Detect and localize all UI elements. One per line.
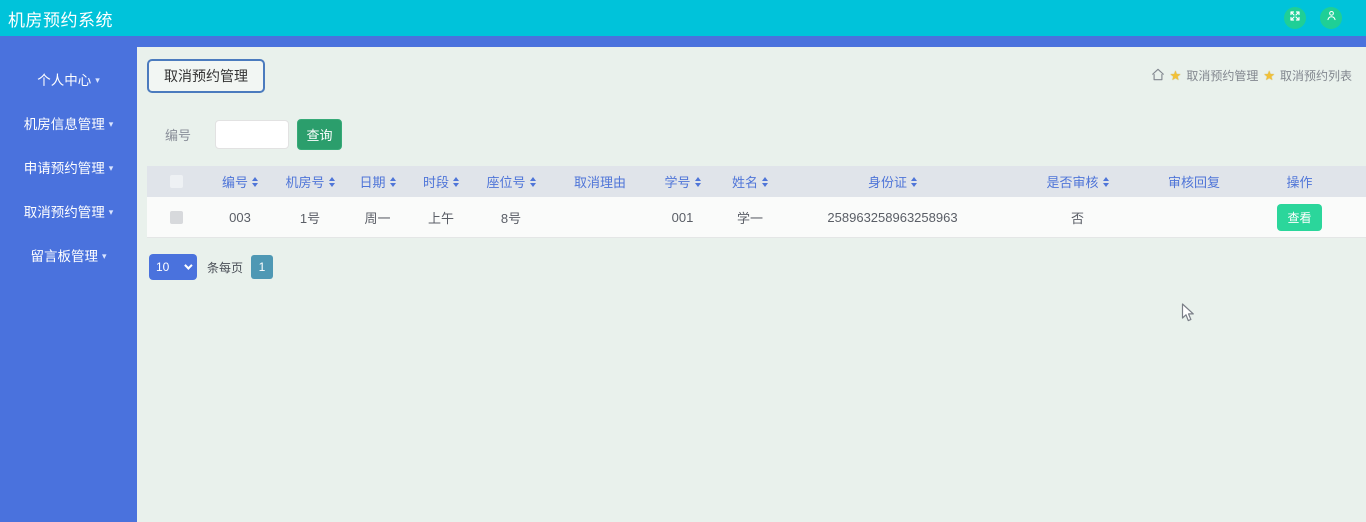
layout: 个人中心 ▾ 机房信息管理 ▾ 申请预约管理 ▾ 取消预约管理 ▾ 留言板管理 ▾ 取消预约管理 … [0,36,1366,522]
column-header-period[interactable]: 时段 [410,172,472,191]
column-header-cancel-reason: 取消理由 [550,172,650,191]
column-label: 时段 [422,175,449,190]
page-size-select[interactable]: 10 [149,254,197,280]
sidebar-item-room-info-management[interactable]: 机房信息管理 ▾ [0,102,137,146]
row-checkbox[interactable] [169,210,183,224]
cell-actions: 查看 [1233,203,1366,231]
mouse-cursor [1181,303,1195,328]
sidebar-nav: 个人中心 ▾ 机房信息管理 ▾ 申请预约管理 ▾ 取消预约管理 ▾ 留言板管理 ▾ [0,36,137,522]
cell-period: 上午 [427,210,454,226]
table-header-row: 编号 机房号 日期 时段 座位号 取消理由 学号 姓名 身份证 是否审核 审核回复 操作 [147,166,1366,197]
sort-icon [389,176,396,187]
column-label: 学号 [664,175,691,190]
column-header-name[interactable]: 姓名 [715,172,785,191]
sidebar-item-label: 留言板管理 [30,249,98,264]
column-header-reviewed[interactable]: 是否审核 [1000,172,1155,191]
sidebar-item-personal-center[interactable]: 个人中心 ▾ [0,58,137,102]
column-label: 审核回复 [1167,175,1220,190]
chevron-down-icon: ▾ [108,207,114,217]
column-label: 姓名 [731,175,758,190]
page-title-button[interactable]: 取消预约管理 [147,59,265,93]
search-label: 编号 [165,128,192,143]
page-size-label: 条每页 [207,260,244,275]
cell-seat-number: 8号 [500,210,522,226]
search-button[interactable]: 查询 [297,119,343,150]
cell-reviewed: 否 [1070,210,1084,226]
main-panel: 取消预约管理 ★ 取消预约管理 ★ 取消预约列表 编号 查询 编号 机房号 日期 时段… [137,47,1366,522]
cell-number: 003 [229,209,251,225]
table-body: 003 1号 周一 上午 8号 001 学一 258963258963258963 否 查看 [147,197,1366,238]
sort-icon [529,176,536,187]
cell-room-number: 1号 [299,210,321,226]
sort-icon [328,176,335,187]
sort-icon [762,176,768,187]
home-icon[interactable] [1151,68,1165,84]
star-icon: ★ [1169,67,1182,83]
sidebar-item-message-board-management[interactable]: 留言板管理 ▾ [0,234,137,278]
breadcrumb-link-cancel-list[interactable]: 取消预约列表 [1280,67,1352,84]
sidebar-item-label: 个人中心 [37,73,92,88]
page-size-value: 10 [156,260,170,274]
sidebar-item-label: 申请预约管理 [23,161,105,176]
column-header-review-reply: 审核回复 [1155,172,1233,191]
cell-date: 周一 [364,210,391,226]
column-header-number[interactable]: 编号 [205,172,275,191]
cell-student-id: 001 [671,209,694,225]
sidebar-item-apply-reservation-management[interactable]: 申请预约管理 ▾ [0,146,137,190]
column-header-id-card[interactable]: 身份证 [785,172,1000,191]
table-row: 003 1号 周一 上午 8号 001 学一 258963258963258963 否 查看 [147,197,1366,238]
column-header-seat-number[interactable]: 座位号 [472,172,550,191]
sort-icon [453,176,459,187]
column-label: 取消理由 [573,175,626,190]
page-buttons: 1 [251,255,274,279]
fullscreen-button[interactable] [1284,7,1306,29]
cell-id-card: 258963258963258963 [827,209,958,225]
page-button-1[interactable]: 1 [251,255,274,279]
star-icon: ★ [1263,67,1275,83]
column-label: 身份证 [867,175,907,190]
sidebar-item-label: 机房信息管理 [23,117,105,132]
column-header-student-id[interactable]: 学号 [650,172,715,191]
chevron-down-icon: ▾ [108,119,114,129]
column-label: 日期 [359,175,386,190]
topbar-actions [1284,7,1342,29]
chevron-down-icon: ▾ [95,75,100,85]
row-checkbox-cell [147,210,205,224]
cancel-reservation-table: 编号 机房号 日期 时段 座位号 取消理由 学号 姓名 身份证 是否审核 审核回复 操作 003 1号 周… [147,166,1366,238]
column-header-room-number[interactable]: 机房号 [275,172,345,191]
search-row: 编号 查询 [147,119,1366,150]
column-header-date[interactable]: 日期 [345,172,410,191]
column-label: 操作 [1286,175,1313,190]
breadcrumb-link-cancel-management[interactable]: 取消预约管理 [1186,67,1258,84]
search-number-input[interactable] [215,120,290,149]
sidebar-item-label: 取消预约管理 [23,205,105,220]
cell-name: 学一 [736,210,763,226]
column-header-actions: 操作 [1233,172,1366,191]
column-label: 是否审核 [1046,175,1099,190]
pagination: 10 条每页 1 [149,254,1366,280]
select-all-checkbox-cell [147,175,205,188]
topbar: 机房预约系统 [0,0,1366,36]
fullscreen-icon [1289,9,1301,27]
chevron-down-icon: ▾ [101,251,107,261]
view-button[interactable]: 查看 [1277,203,1322,231]
chevron-down-icon [184,261,193,270]
select-all-checkbox[interactable] [169,175,183,188]
column-label: 机房号 [285,175,325,190]
breadcrumb: ★ 取消预约管理 ★ 取消预约列表 [1151,67,1352,84]
chevron-down-icon: ▾ [108,163,114,173]
sort-icon [694,176,701,187]
user-button[interactable] [1320,7,1342,29]
app-title: 机房预约系统 [8,10,113,30]
sort-icon [1102,176,1109,187]
sort-icon [911,176,917,187]
column-label: 座位号 [486,175,526,190]
sort-icon [252,176,258,187]
user-icon [1325,9,1338,27]
column-label: 编号 [221,175,248,190]
sidebar-item-cancel-reservation-management[interactable]: 取消预约管理 ▾ [0,190,137,234]
